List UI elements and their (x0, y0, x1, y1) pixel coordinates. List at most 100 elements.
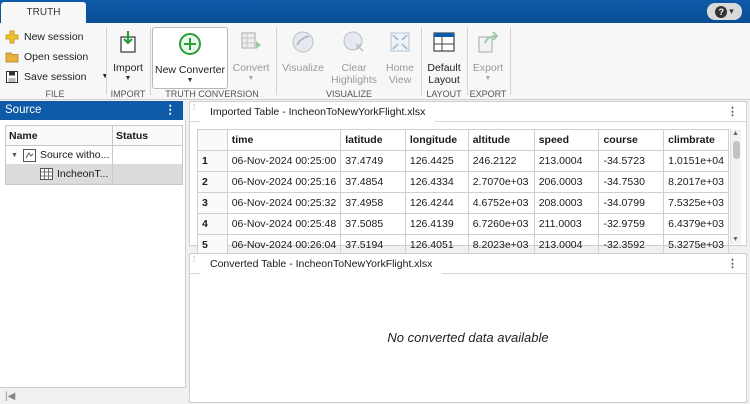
tree-row-imported-file[interactable]: IncheonT... (6, 165, 182, 184)
table-cell[interactable]: 206.0003 (533, 171, 600, 193)
save-session-button[interactable]: Save session ▼ (5, 68, 108, 85)
tab-converted-table[interactable]: Converted Table - IncheonToNewYorkFlight… (200, 254, 443, 274)
column-header[interactable]: longitude (404, 129, 469, 151)
save-icon (6, 70, 18, 83)
column-header-status[interactable]: Status (113, 126, 182, 145)
row-index: 3 (197, 192, 228, 214)
more-options-icon[interactable]: ⋮ (727, 105, 738, 118)
table-cell[interactable]: 126.4425 (404, 150, 469, 172)
convert-icon (241, 32, 261, 49)
column-header[interactable]: time (226, 129, 342, 151)
table-cell[interactable]: 211.0003 (533, 213, 600, 235)
chevron-down-icon: ▼ (186, 77, 194, 84)
source-panel-header: Source ⋮ (0, 101, 183, 120)
source-panel-title: Source (5, 104, 42, 116)
imported-table-panel: ⁞ Imported Table - IncheonToNewYorkFligh… (189, 101, 747, 256)
imported-table-tabbar: ⁞ Imported Table - IncheonToNewYorkFligh… (190, 102, 746, 122)
table-row[interactable]: 3 06-Nov-2024 00:25:32 37.4958 126.4244 4.67… (197, 192, 729, 214)
source-panel: Name Status ▼ Source witho... IncheonT..… (0, 120, 186, 387)
table-cell[interactable]: 37.4749 (340, 150, 406, 172)
table-cell[interactable]: -34.5723 (598, 150, 665, 172)
scroll-up-icon[interactable]: ▲ (732, 130, 739, 137)
table-cell[interactable]: 37.4854 (340, 171, 406, 193)
table-cell[interactable]: -34.7530 (598, 171, 665, 193)
more-options-icon[interactable]: ⋮ (165, 101, 177, 120)
empty-state-message: No converted data available (387, 330, 549, 345)
new-session-button[interactable]: New session (5, 28, 84, 45)
source-icon (22, 148, 36, 162)
layout-icon (433, 32, 455, 52)
home-view-button[interactable]: Home View (383, 29, 417, 86)
default-layout-button[interactable]: Default Layout (424, 29, 464, 86)
table-cell[interactable]: 2.7070e+03 (467, 171, 535, 193)
expand-icon (390, 32, 410, 52)
title-bar: TRUTH ? ▾ (0, 0, 750, 23)
expand-chevron-icon[interactable]: ▼ (11, 152, 18, 159)
table-cell[interactable]: 8.2017e+03 (663, 171, 729, 193)
table-cell[interactable]: 126.4244 (404, 192, 469, 214)
table-cell[interactable]: 37.4958 (340, 192, 406, 214)
table-cell[interactable]: -32.9759 (598, 213, 665, 235)
table-row[interactable]: 4 06-Nov-2024 00:25:48 37.5085 126.4139 6.72… (197, 213, 729, 235)
vertical-scrollbar[interactable]: ▲ ▼ (730, 129, 741, 244)
table-header-row: time latitude longitude altitude speed c… (197, 129, 729, 151)
converted-table-tabbar: ⁞ Converted Table - IncheonToNewYorkFlig… (190, 254, 746, 274)
chevron-down-icon: ▾ (729, 6, 734, 16)
table-cell[interactable]: 6.4379e+03 (663, 213, 729, 235)
table-cell[interactable]: 06-Nov-2024 00:25:16 (226, 171, 342, 193)
column-header[interactable]: latitude (340, 129, 406, 151)
table-cell[interactable]: 06-Nov-2024 00:25:00 (226, 150, 342, 172)
tab-imported-table[interactable]: Imported Table - IncheonToNewYorkFlight.… (200, 102, 436, 122)
clear-highlights-button[interactable]: Clear Highlights (328, 29, 380, 86)
table-cell[interactable]: 4.6752e+03 (467, 192, 535, 214)
source-tree: Name Status ▼ Source witho... IncheonT..… (5, 125, 183, 185)
drag-handle-icon[interactable]: ⁞ (193, 104, 195, 112)
column-header[interactable]: climbrate (663, 129, 729, 151)
chevron-down-icon: ▼ (247, 75, 255, 82)
column-header[interactable]: altitude (467, 129, 535, 151)
visualize-button[interactable]: Visualize (281, 29, 325, 74)
table-cell[interactable]: 126.4334 (404, 171, 469, 193)
layout-group-label: LAYOUT (426, 89, 462, 99)
table-icon (40, 168, 53, 180)
imported-data-table: time latitude longitude altitude speed c… (197, 129, 729, 256)
chevron-down-icon: ▼ (101, 73, 109, 80)
import-button[interactable]: Import ▼ (109, 29, 147, 82)
more-options-icon[interactable]: ⋮ (727, 257, 738, 270)
table-cell[interactable]: 7.5325e+03 (663, 192, 729, 214)
help-button[interactable]: ? ▾ (707, 3, 742, 20)
column-header[interactable]: course (598, 129, 665, 151)
table-cell[interactable]: 246.2122 (467, 150, 535, 172)
converted-table-panel: ⁞ Converted Table - IncheonToNewYorkFlig… (189, 253, 747, 403)
table-cell[interactable]: 06-Nov-2024 00:25:48 (226, 213, 342, 235)
scrollbar-thumb[interactable] (733, 141, 740, 159)
new-converter-button[interactable]: New Converter ▼ (152, 27, 228, 89)
open-session-button[interactable]: Open session (5, 48, 88, 65)
drag-handle-icon[interactable]: ⁞ (193, 256, 195, 264)
tab-truth[interactable]: TRUTH (1, 2, 86, 23)
column-header[interactable]: speed (533, 129, 600, 151)
table-cell[interactable]: 06-Nov-2024 00:25:32 (226, 192, 342, 214)
chevron-down-icon: ▼ (124, 75, 132, 82)
add-circle-icon (179, 33, 201, 55)
table-cell[interactable]: 6.7260e+03 (467, 213, 535, 235)
table-cell[interactable]: 126.4139 (404, 213, 469, 235)
divider (150, 27, 151, 95)
table-row[interactable]: 1 06-Nov-2024 00:25:00 37.4749 126.4425 246.… (197, 150, 729, 172)
tree-row-source[interactable]: ▼ Source witho... (6, 146, 182, 165)
export-button[interactable]: Export ▼ (469, 29, 507, 82)
column-header-name[interactable]: Name (6, 126, 113, 145)
scroll-down-icon[interactable]: ▼ (732, 236, 739, 243)
table-cell[interactable]: 1.0151e+04 (663, 150, 729, 172)
divider (421, 27, 422, 95)
convert-button[interactable]: Convert ▼ (231, 29, 271, 82)
collapse-panel-icon[interactable]: |◀ (5, 391, 15, 402)
table-cell[interactable]: -34.0799 (598, 192, 665, 214)
table-cell[interactable]: 213.0004 (533, 150, 600, 172)
table-cell[interactable]: 37.5085 (340, 213, 406, 235)
clear-highlights-icon (343, 31, 364, 52)
export-group-label: EXPORT (469, 89, 507, 99)
folder-icon (5, 52, 19, 62)
table-row[interactable]: 2 06-Nov-2024 00:25:16 37.4854 126.4334 2.70… (197, 171, 729, 193)
table-cell[interactable]: 208.0003 (533, 192, 600, 214)
